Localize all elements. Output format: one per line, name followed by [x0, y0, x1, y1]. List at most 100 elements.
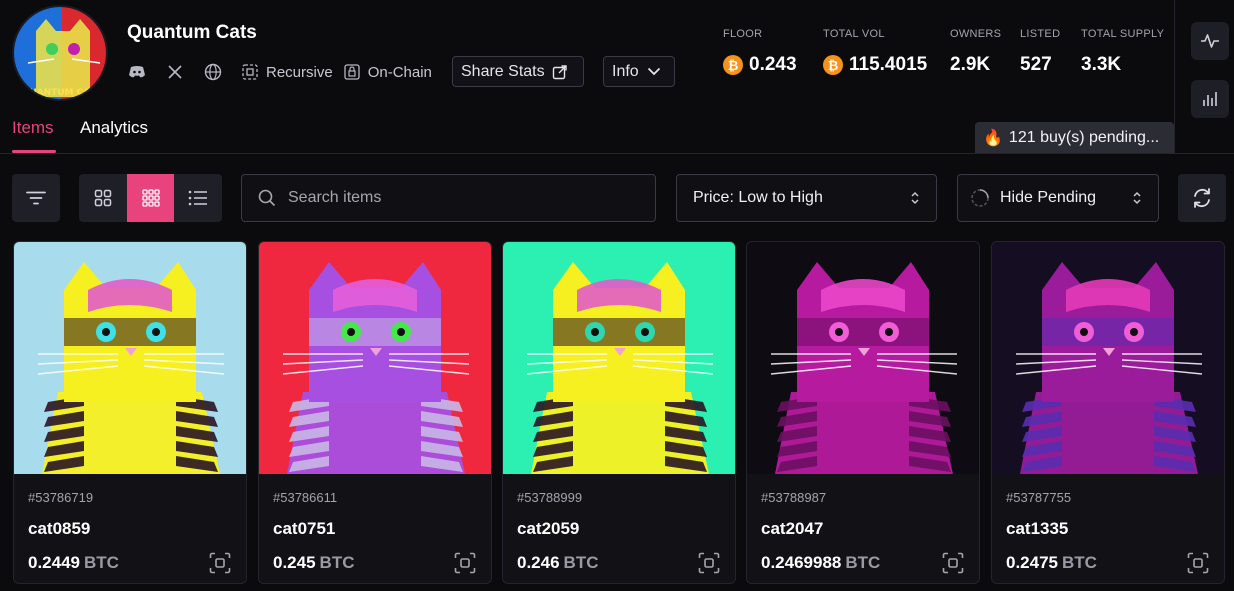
- activity-button[interactable]: [1191, 22, 1229, 60]
- share-icon: [552, 64, 567, 79]
- item-price: 0.2475 BTC: [1006, 553, 1097, 573]
- globe-icon[interactable]: [203, 62, 223, 82]
- stat-value: 3.3K: [1081, 54, 1122, 75]
- tabs-divider: [0, 153, 1234, 154]
- chevron-down-icon: [647, 67, 660, 76]
- chevron-up-down-icon: [1133, 191, 1141, 205]
- item-image: [992, 242, 1224, 474]
- on-chain-icon: [344, 64, 360, 80]
- scan-icon: [698, 552, 720, 574]
- collection-name: Quantum Cats: [127, 22, 257, 43]
- item-name: cat0751: [273, 519, 336, 538]
- stat-total-vol: TOTAL VOL ₿ 115.4015: [823, 28, 927, 76]
- scan-icon: [209, 552, 231, 574]
- item-image: [14, 242, 246, 474]
- stat-value: 115.4015: [849, 54, 928, 75]
- stat-value: 2.9K: [950, 54, 991, 75]
- item-price-unit: BTC: [1062, 553, 1097, 572]
- x-icon[interactable]: [165, 62, 185, 82]
- item-name: cat0859: [28, 519, 91, 538]
- item-card[interactable]: #53788999 cat2059 0.246 BTC: [502, 241, 736, 584]
- item-inscription-id: #53786611: [273, 490, 338, 505]
- item-quick-view-button[interactable]: [207, 550, 233, 576]
- search-field[interactable]: [241, 174, 656, 222]
- refresh-icon: [1194, 188, 1210, 208]
- compact-grid-view-button[interactable]: [126, 174, 175, 222]
- item-card[interactable]: #53786611 cat0751 0.245 BTC: [258, 241, 492, 584]
- stat-label: FLOOR: [723, 28, 763, 40]
- filter-icon: [26, 191, 46, 205]
- list-icon: [188, 190, 208, 206]
- item-quick-view-button[interactable]: [452, 550, 478, 576]
- item-inscription-id: #53788987: [761, 490, 827, 505]
- grid-3x3-icon: [141, 189, 160, 207]
- stat-listed: LISTED 527: [1020, 28, 1060, 76]
- stat-total-supply: TOTAL SUPPLY 3.3K: [1081, 28, 1164, 76]
- info-label: Info: [612, 62, 639, 80]
- recursive-icon: [242, 64, 258, 80]
- list-view-button[interactable]: [174, 174, 222, 222]
- stat-owners: OWNERS 2.9K: [950, 28, 1001, 76]
- item-quick-view-button[interactable]: [1185, 550, 1211, 576]
- scan-icon: [942, 552, 964, 574]
- stat-label: LISTED: [1020, 28, 1061, 40]
- large-grid-view-button[interactable]: [79, 174, 127, 222]
- item-card[interactable]: #53786719 cat0859 0.2449 BTC: [13, 241, 247, 584]
- sort-select-value: Price: Low to High: [693, 189, 823, 206]
- item-image: [747, 242, 979, 474]
- header-divider: [1174, 0, 1175, 154]
- share-stats-label: Share Stats: [461, 62, 545, 80]
- item-name: cat2059: [517, 519, 580, 538]
- scan-icon: [454, 552, 476, 574]
- sort-select[interactable]: Price: Low to High: [676, 174, 937, 222]
- item-price-value: 0.245: [273, 553, 316, 572]
- item-inscription-id: #53786719: [28, 490, 94, 505]
- item-image: [259, 242, 491, 474]
- item-price-value: 0.2449: [28, 553, 80, 572]
- refresh-button[interactable]: [1178, 174, 1226, 222]
- stat-value: 527: [1020, 54, 1052, 75]
- collection-links: Recursive On-Chain: [127, 58, 442, 86]
- pending-filter-select[interactable]: Hide Pending: [957, 174, 1159, 222]
- item-price: 0.2469988 BTC: [761, 553, 880, 573]
- item-price: 0.246 BTC: [517, 553, 599, 573]
- stat-floor: FLOOR ₿ 0.243: [723, 28, 797, 76]
- stat-label: OWNERS: [950, 28, 1002, 40]
- tag-on-chain-label: On-Chain: [367, 63, 432, 81]
- search-input[interactable]: [288, 189, 628, 207]
- item-quick-view-button[interactable]: [696, 550, 722, 576]
- item-image: [503, 242, 735, 474]
- item-price-unit: BTC: [563, 553, 599, 572]
- activity-chart-icon: [1201, 34, 1219, 48]
- search-icon: [258, 189, 276, 207]
- scan-icon: [1187, 552, 1209, 574]
- tab-items[interactable]: Items: [12, 118, 54, 138]
- stat-value: 0.243: [749, 54, 797, 75]
- item-card[interactable]: #53787755 cat1335 0.2475 BTC: [991, 241, 1225, 584]
- pending-buys-text: 121 buy(s) pending...: [1008, 128, 1160, 146]
- stat-label: TOTAL VOL: [823, 28, 885, 40]
- item-price: 0.245 BTC: [273, 553, 355, 573]
- info-dropdown[interactable]: Info: [603, 56, 675, 87]
- item-inscription-id: #53787755: [1006, 490, 1072, 505]
- flame-icon: 🔥: [983, 129, 1003, 147]
- item-quick-view-button[interactable]: [940, 550, 966, 576]
- pending-buys-badge: 🔥 121 buy(s) pending...: [975, 122, 1174, 153]
- item-price-unit: BTC: [84, 553, 119, 572]
- filter-button[interactable]: [12, 174, 60, 222]
- item-name: cat1335: [1006, 519, 1069, 538]
- bitcoin-icon: ₿: [723, 55, 743, 75]
- item-price: 0.2449 BTC: [28, 553, 119, 573]
- item-name: cat2047: [761, 519, 824, 538]
- tab-analytics[interactable]: Analytics: [80, 118, 148, 138]
- item-price-value: 0.246: [517, 553, 560, 572]
- grid-2x2-icon: [94, 189, 112, 207]
- view-toggle-group: [79, 174, 222, 222]
- svg-text:QUANTUM CATS: QUANTUM CATS: [22, 88, 102, 98]
- tag-on-chain: On-Chain: [343, 63, 432, 81]
- share-stats-button[interactable]: Share Stats: [452, 56, 584, 87]
- analytics-button[interactable]: [1191, 80, 1229, 118]
- item-card[interactable]: #53788987 cat2047 0.2469988 BTC: [746, 241, 980, 584]
- item-price-value: 0.2475: [1006, 553, 1058, 572]
- discord-icon[interactable]: [127, 62, 147, 82]
